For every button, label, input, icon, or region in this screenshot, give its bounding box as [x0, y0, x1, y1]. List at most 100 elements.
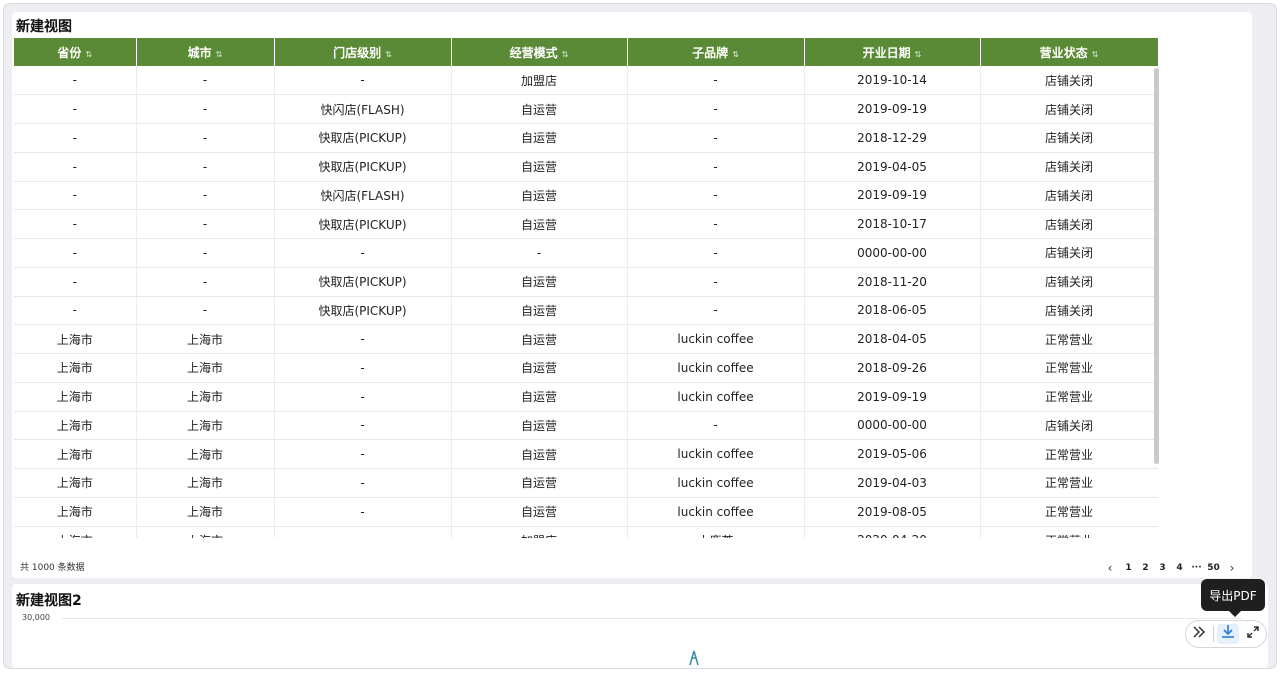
table-row[interactable]: 上海市上海市-加盟店小鹿茶2020-04-20正常营业: [14, 526, 1158, 538]
table-cell: 2019-08-05: [804, 497, 981, 527]
table-cell: -: [627, 94, 805, 124]
table-row[interactable]: - - 快取店(PICKUP) 自运营 -2018-10-17 店铺关闭: [14, 209, 1158, 239]
table-cell: -: [627, 181, 805, 211]
table-body: - - - 加盟店 -2019-10-14 店铺关闭 - - 快闪店(FLASH) 自运营 -201…: [14, 66, 1158, 538]
column-header[interactable]: 营业状态 ⇅: [980, 38, 1158, 66]
table-cell: -: [274, 526, 452, 538]
table-row[interactable]: 上海市 上海市 - 自运营 -0000-00-00 店铺关闭: [14, 411, 1158, 441]
sort-icon[interactable]: ⇅: [85, 50, 92, 59]
table-cell: 自运营: [451, 497, 628, 527]
table-cell: 店铺关闭: [980, 152, 1158, 182]
page-1-button[interactable]: 1: [1120, 563, 1137, 573]
table-row[interactable]: - - - 加盟店 -2019-10-14 店铺关闭: [14, 66, 1158, 96]
sort-icon[interactable]: ⇅: [915, 50, 922, 59]
page-4-button[interactable]: 4: [1171, 563, 1188, 573]
table-cell: 店铺关闭: [980, 181, 1158, 211]
table-cell: 0000-00-00: [804, 238, 981, 268]
prev-page-button[interactable]: ‹: [1100, 561, 1120, 575]
table-cell: 2018-11-20: [804, 267, 981, 297]
column-header[interactable]: 经营模式 ⇅: [451, 38, 628, 66]
table-cell: 加盟店: [451, 66, 628, 96]
table-row[interactable]: - - 快取店(PICKUP) 自运营 -2018-11-20 店铺关闭: [14, 267, 1158, 297]
page-50-button[interactable]: 50: [1205, 563, 1222, 573]
table-row[interactable]: 上海市 上海市 - 自运营 luckin coffee 2019-08-05 正常营业: [14, 497, 1158, 527]
table-cell: 上海市: [136, 439, 275, 469]
page-ellipsis[interactable]: ···: [1188, 563, 1205, 573]
table-cell: 2019-04-05: [804, 152, 981, 182]
column-header-label: 开业日期: [862, 45, 911, 60]
pagination: ‹ 1 2 3 4 ··· 50 ›: [1100, 561, 1242, 575]
table-cell: 自运营: [451, 296, 628, 326]
column-header[interactable]: 省份 ⇅: [14, 38, 137, 66]
table-cell: 自运营: [451, 439, 628, 469]
table-cell: 上海市: [14, 353, 137, 383]
table-row[interactable]: - - 快闪店(FLASH) 自运营 -2019-09-19 店铺关闭: [14, 181, 1158, 211]
next-page-button[interactable]: ›: [1222, 561, 1242, 575]
chart-toolbar: [1185, 620, 1267, 648]
table-row[interactable]: 上海市 上海市 - 自运营 luckin coffee 2018-09-26 正常营业: [14, 353, 1158, 383]
table-row[interactable]: - - 快取店(PICKUP) 自运营 -2019-04-05 店铺关闭: [14, 152, 1158, 182]
table-cell: luckin coffee: [627, 353, 805, 383]
table-cell: luckin coffee: [627, 497, 805, 527]
table-cell: 正常营业: [980, 439, 1158, 469]
table-cell: -: [136, 152, 275, 182]
table-cell: 2019-10-14: [804, 66, 981, 96]
data-table-container[interactable]: 省份 ⇅ 城市 ⇅ 门店级别 ⇅ 经营模式 ⇅ 子品牌 ⇅ 开业日期 ⇅ 营业状态 ⇅ - - - 加盟店 -20…: [14, 38, 1158, 538]
table-cell: 自运营: [451, 324, 628, 354]
column-header[interactable]: 开业日期 ⇅: [804, 38, 981, 66]
table-cell: -: [136, 209, 275, 239]
table-cell: 店铺关闭: [980, 209, 1158, 239]
table-cell: 店铺关闭: [980, 66, 1158, 96]
table-cell: 自运营: [451, 123, 628, 153]
table-cell: 2020-04-20: [804, 526, 981, 538]
sort-icon[interactable]: ⇅: [216, 50, 223, 59]
table-cell: -: [274, 353, 452, 383]
table-row[interactable]: 上海市 上海市 - 自运营 luckin coffee 2018-04-05 正常营业: [14, 324, 1158, 354]
column-header-label: 子品牌: [692, 45, 729, 60]
table-cell: 店铺关闭: [980, 411, 1158, 441]
table-row[interactable]: 上海市 上海市 - 自运营 luckin coffee 2019-05-06 正常营业: [14, 439, 1158, 469]
column-header[interactable]: 城市 ⇅: [136, 38, 275, 66]
sort-icon[interactable]: ⇅: [385, 50, 392, 59]
table-cell: luckin coffee: [627, 468, 805, 498]
column-header[interactable]: 门店级别 ⇅: [274, 38, 452, 66]
table-cell: -: [627, 209, 805, 239]
table-row[interactable]: 上海市 上海市 - 自运营 luckin coffee 2019-09-19 正常营业: [14, 382, 1158, 412]
table-cell: -: [274, 382, 452, 412]
table-cell: 2018-12-29: [804, 123, 981, 153]
sort-icon[interactable]: ⇅: [562, 50, 569, 59]
vertical-scrollbar[interactable]: [1154, 68, 1159, 464]
table-row[interactable]: 上海市 上海市 - 自运营 luckin coffee 2019-04-03 正常营业: [14, 468, 1158, 498]
table-cell: -: [14, 267, 137, 297]
table-cell: 正常营业: [980, 324, 1158, 354]
table-row[interactable]: - - 快取店(PICKUP) 自运营 -2018-06-05 店铺关闭: [14, 296, 1158, 326]
table-cell: 2018-09-26: [804, 353, 981, 383]
page-2-button[interactable]: 2: [1137, 563, 1154, 573]
table-cell: -: [14, 123, 137, 153]
table-cell: 上海市: [136, 382, 275, 412]
fullscreen-icon[interactable]: [1242, 625, 1264, 643]
table-cell: 店铺关闭: [980, 123, 1158, 153]
sort-icon[interactable]: ⇅: [1092, 50, 1099, 59]
download-icon[interactable]: [1217, 624, 1240, 644]
sort-icon[interactable]: ⇅: [732, 50, 739, 59]
table-row[interactable]: - - 快取店(PICKUP) 自运营 -2018-12-29 店铺关闭: [14, 123, 1158, 153]
column-header[interactable]: 子品牌 ⇅: [627, 38, 805, 66]
page-3-button[interactable]: 3: [1154, 563, 1171, 573]
table-row[interactable]: - - - - -0000-00-00 店铺关闭: [14, 238, 1158, 268]
table-cell: -: [136, 123, 275, 153]
table-cell: -: [136, 296, 275, 326]
table-cell: 2019-09-19: [804, 382, 981, 412]
table-cell: 2019-09-19: [804, 94, 981, 124]
table-row[interactable]: - - 快闪店(FLASH) 自运营 -2019-09-19 店铺关闭: [14, 94, 1158, 124]
table-cell: 2019-09-19: [804, 181, 981, 211]
table-cell: 2018-06-05: [804, 296, 981, 326]
double-chevron-right-icon[interactable]: [1188, 625, 1210, 643]
table-cell: 自运营: [451, 382, 628, 412]
table-cell: 正常营业: [980, 468, 1158, 498]
table-cell: -: [627, 152, 805, 182]
table-cell: -: [14, 296, 137, 326]
table-cell: -: [136, 267, 275, 297]
table-cell: -: [627, 411, 805, 441]
table-cell: 上海市: [14, 468, 137, 498]
